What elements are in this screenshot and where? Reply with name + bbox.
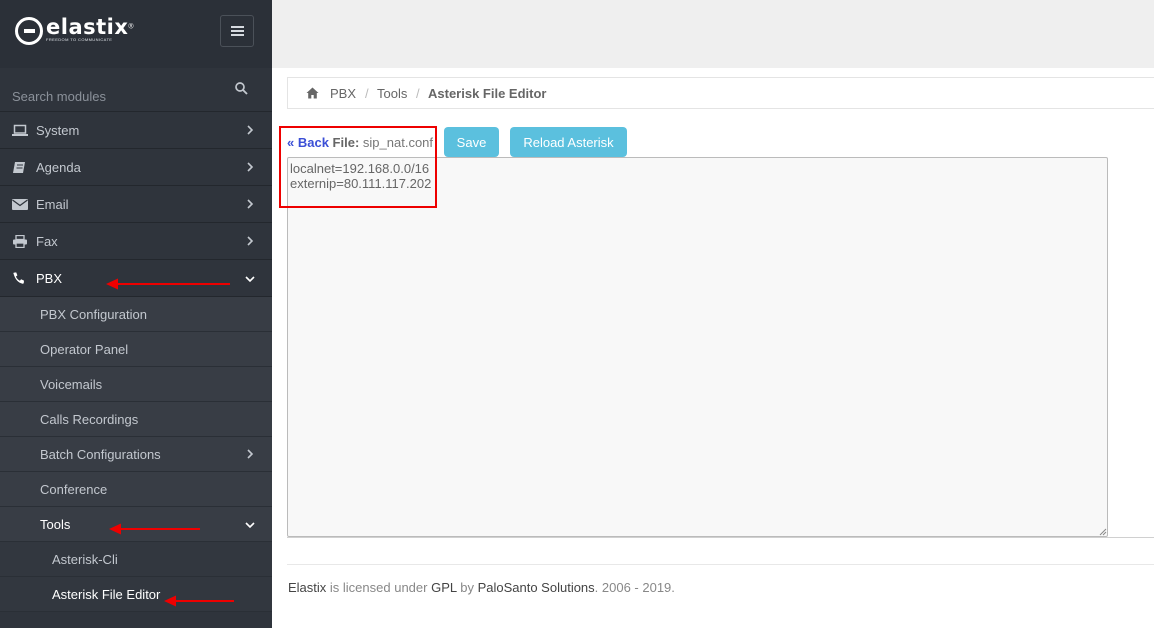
chevron-down-icon xyxy=(245,276,255,283)
sidebar-item-label: Asterisk-Cli xyxy=(52,552,118,567)
envelope-icon xyxy=(12,199,28,210)
logo-bar: elastix® FREEDOM TO COMMUNICATE xyxy=(0,0,272,68)
sidebar-item-operator-panel[interactable]: Operator Panel xyxy=(0,332,272,367)
chevron-down-icon xyxy=(245,522,255,529)
sidebar-item-voicemails[interactable]: Voicemails xyxy=(0,367,272,402)
sidebar-item-label: PBX Configuration xyxy=(40,307,147,322)
file-label: File: xyxy=(332,135,360,150)
editor-line: externip=80.111.117.202 xyxy=(290,176,432,191)
elastix-logo[interactable]: elastix® FREEDOM TO COMMUNICATE xyxy=(15,15,134,45)
footer-product[interactable]: Elastix xyxy=(288,580,326,595)
top-header xyxy=(272,0,1154,68)
chevron-right-icon xyxy=(247,236,254,246)
file-name: sip_nat.conf xyxy=(362,135,434,150)
sidebar-item-calls-recordings[interactable]: Calls Recordings xyxy=(0,402,272,437)
brand-reg: ® xyxy=(128,23,134,31)
editor-line: localnet=192.168.0.0/16 xyxy=(290,161,430,176)
breadcrumb: PBX / Tools / Asterisk File Editor xyxy=(287,77,1154,109)
sidebar-item-tools[interactable]: Tools xyxy=(0,507,272,542)
brand-name: elastix xyxy=(46,15,129,39)
sidebar-item-pbx-configuration[interactable]: PBX Configuration xyxy=(0,297,272,332)
footer-license-link[interactable]: GPL xyxy=(431,580,457,595)
sidebar-item-label: System xyxy=(36,123,80,138)
sidebar-item-asterisk-file-editor[interactable]: Asterisk File Editor xyxy=(0,577,272,612)
divider xyxy=(287,564,1154,565)
hamburger-icon xyxy=(231,26,244,28)
sidebar-item-conference[interactable]: Conference xyxy=(0,472,272,507)
breadcrumb-separator: / xyxy=(365,86,369,101)
sidebar-item-label: Asterisk File Editor xyxy=(52,587,161,602)
laptop-icon xyxy=(12,124,28,136)
search-icon[interactable] xyxy=(235,82,248,95)
menu-toggle-button[interactable] xyxy=(220,15,254,47)
elastix-logo-mark-icon xyxy=(15,17,43,45)
save-button[interactable]: Save xyxy=(444,127,499,157)
sidebar: elastix® FREEDOM TO COMMUNICATE System xyxy=(0,0,272,628)
sidebar-item-label: Agenda xyxy=(36,160,81,175)
breadcrumb-tools[interactable]: Tools xyxy=(377,86,407,101)
sidebar-item-label: Operator Panel xyxy=(40,342,129,357)
chevron-right-icon xyxy=(247,199,254,209)
sidebar-item-label: Email xyxy=(36,197,69,212)
sidebar-item-label: Batch Configurations xyxy=(40,447,161,462)
divider xyxy=(287,537,1154,538)
chevron-right-icon xyxy=(247,162,254,172)
resize-handle-icon[interactable] xyxy=(1099,528,1107,536)
footer: Elastix is licensed under GPL by PaloSan… xyxy=(288,580,675,595)
sidebar-item-label: Conference xyxy=(40,482,108,497)
sidebar-item-label: PBX xyxy=(36,271,63,286)
breadcrumb-current: Asterisk File Editor xyxy=(428,86,547,101)
footer-text: by xyxy=(456,580,478,595)
sidebar-item-system[interactable]: System xyxy=(0,112,272,149)
reload-asterisk-button[interactable]: Reload Asterisk xyxy=(510,127,627,157)
sidebar-item-pbx[interactable]: PBX xyxy=(0,260,272,297)
chevron-right-icon xyxy=(247,449,254,459)
sidebar-item-batch-configurations[interactable]: Batch Configurations xyxy=(0,437,272,472)
file-content-editor[interactable]: localnet=192.168.0.0/16 externip=80.111.… xyxy=(287,157,1108,537)
sidebar-item-label: Voicemails xyxy=(40,377,103,392)
sidebar-item-fax[interactable]: Fax xyxy=(0,223,272,260)
footer-text: is licensed under xyxy=(326,580,432,595)
back-link[interactable]: « Back xyxy=(287,135,329,150)
footer-text: . 2006 - 2019. xyxy=(594,580,675,595)
sidebar-item-agenda[interactable]: Agenda xyxy=(0,149,272,186)
footer-company-link[interactable]: PaloSanto Solutions xyxy=(478,580,595,595)
chevron-right-icon xyxy=(247,125,254,135)
breadcrumb-pbx[interactable]: PBX xyxy=(330,86,356,101)
home-icon[interactable] xyxy=(306,87,319,99)
sidebar-item-asterisk-cli[interactable]: Asterisk-Cli xyxy=(0,542,272,577)
sidebar-item-label: Tools xyxy=(40,517,71,532)
file-header: « Back File: sip_nat.conf xyxy=(287,135,433,150)
breadcrumb-separator: / xyxy=(416,86,420,101)
book-icon xyxy=(13,162,25,173)
phone-icon xyxy=(13,272,24,284)
sidebar-item-label: Fax xyxy=(36,234,58,249)
printer-icon xyxy=(13,235,27,248)
sidebar-item-email[interactable]: Email xyxy=(0,186,272,223)
module-search xyxy=(0,68,272,112)
sidebar-item-label: Calls Recordings xyxy=(40,412,139,427)
search-input[interactable] xyxy=(0,68,230,112)
